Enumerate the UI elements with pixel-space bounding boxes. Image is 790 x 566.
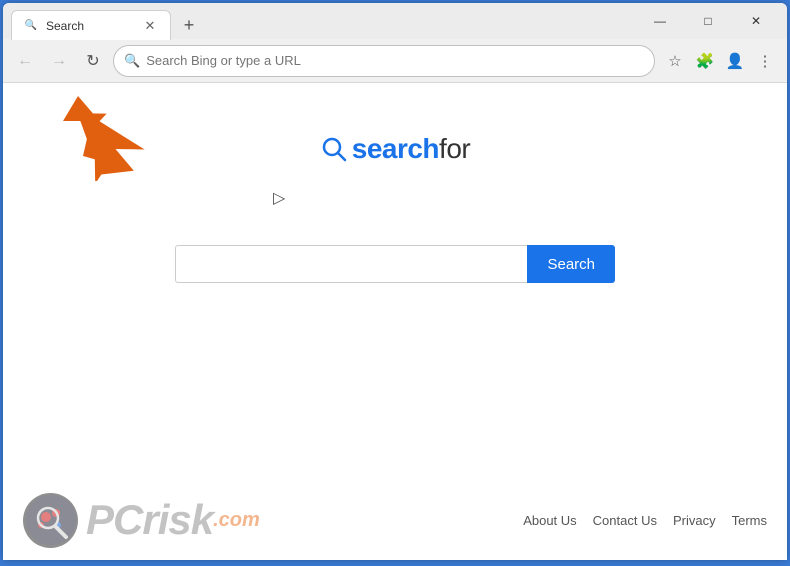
logo-search-icon xyxy=(320,135,348,163)
pcrisk-dotcom-text: .com xyxy=(213,509,260,532)
new-tab-button[interactable]: + xyxy=(175,11,203,39)
tab-title: Search xyxy=(46,19,134,33)
address-search-icon: 🔍 xyxy=(124,53,140,69)
address-bar-container[interactable]: 🔍 xyxy=(113,45,655,77)
search-input[interactable] xyxy=(175,245,527,283)
pcrisk-icon xyxy=(23,493,78,548)
toolbar: ← → ↻ 🔍 ☆ 🧩 👤 ⋮ xyxy=(3,39,787,83)
window-controls: — □ ✕ xyxy=(637,6,779,36)
arrow-annotation xyxy=(63,91,143,171)
logo-for-part: for xyxy=(439,133,470,164)
browser-window: 🔍 Search ✕ + — □ ✕ ← → ↻ 🔍 ☆ 🧩 👤 ⋮ xyxy=(3,3,787,560)
toolbar-right: ☆ 🧩 👤 ⋮ xyxy=(661,47,779,75)
minimize-button[interactable]: — xyxy=(637,6,683,36)
logo-area: searchfor xyxy=(320,133,470,165)
footer-privacy-link[interactable]: Privacy xyxy=(673,513,716,528)
forward-button[interactable]: → xyxy=(45,47,73,75)
page-content: searchfor ▷ Search xyxy=(3,83,787,560)
refresh-button[interactable]: ↻ xyxy=(79,47,107,75)
tab-favicon: 🔍 xyxy=(24,19,38,33)
address-input[interactable] xyxy=(146,53,644,68)
pcrisk-logo: PC risk .com xyxy=(23,493,260,548)
footer-contact-link[interactable]: Contact Us xyxy=(593,513,657,528)
search-area: Search xyxy=(175,245,615,283)
title-bar: 🔍 Search ✕ + — □ ✕ xyxy=(3,3,787,39)
footer-terms-link[interactable]: Terms xyxy=(732,513,767,528)
favorites-button[interactable]: ☆ xyxy=(661,47,689,75)
footer-links: About Us Contact Us Privacy Terms xyxy=(523,513,767,528)
tab-strip: 🔍 Search ✕ + xyxy=(11,3,633,39)
close-button[interactable]: ✕ xyxy=(733,6,779,36)
footer-area: PC risk .com About Us Contact Us Privacy… xyxy=(3,480,787,560)
logo-search-part: search xyxy=(352,133,439,164)
cursor-indicator: ▷ xyxy=(273,188,285,208)
pcrisk-pc-text: PC xyxy=(86,496,142,544)
logo-text: searchfor xyxy=(352,133,470,165)
profile-button[interactable]: 👤 xyxy=(721,47,749,75)
active-tab[interactable]: 🔍 Search ✕ xyxy=(11,10,171,40)
extensions-button[interactable]: 🧩 xyxy=(691,47,719,75)
tab-close-button[interactable]: ✕ xyxy=(142,18,158,34)
footer-about-link[interactable]: About Us xyxy=(523,513,576,528)
maximize-button[interactable]: □ xyxy=(685,6,731,36)
search-button[interactable]: Search xyxy=(527,245,615,283)
menu-button[interactable]: ⋮ xyxy=(751,47,779,75)
back-button[interactable]: ← xyxy=(11,47,39,75)
pcrisk-risk-text: risk xyxy=(142,496,213,544)
